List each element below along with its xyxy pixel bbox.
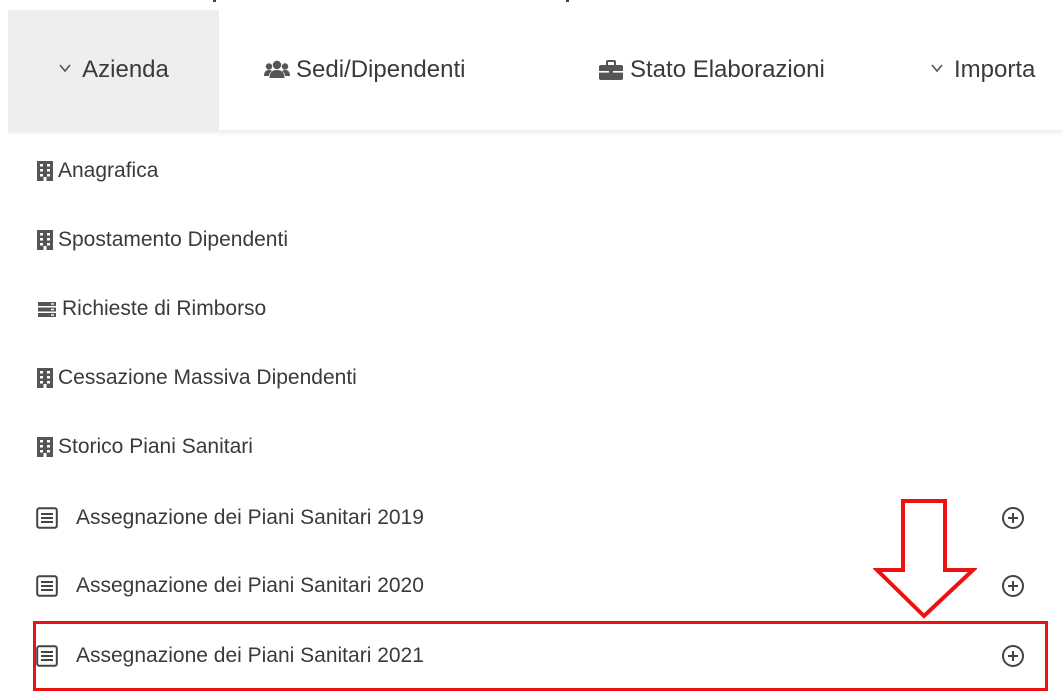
menu-item-richieste-di-rimborso[interactable]: Richieste di Rimborso bbox=[36, 294, 266, 324]
top-navigation: Azienda Sedi/Dipendenti Stato Elaborazio… bbox=[8, 10, 1063, 130]
building-icon bbox=[37, 368, 53, 388]
menu-item-label: Spostamento Dipendenti bbox=[58, 228, 288, 251]
menu-item-label: Assegnazione dei Piani Sanitari 2019 bbox=[76, 506, 424, 529]
nav-divider bbox=[8, 130, 1063, 136]
list-icon bbox=[36, 507, 58, 529]
briefcase-icon bbox=[599, 60, 623, 80]
building-icon bbox=[37, 230, 53, 250]
chevron-down-icon bbox=[59, 64, 71, 73]
users-icon bbox=[264, 60, 290, 78]
tab-sedi-dipendenti[interactable]: Sedi/Dipendenti bbox=[264, 10, 465, 130]
list-icon bbox=[36, 575, 58, 597]
page: Azienda Sedi/Dipendenti Stato Elaborazio… bbox=[0, 0, 1063, 696]
menu-item-label: Storico Piani Sanitari bbox=[58, 435, 253, 458]
tab-stato-elaborazioni[interactable]: Stato Elaborazioni bbox=[598, 10, 825, 130]
cropped-text-fragment-icon bbox=[213, 0, 569, 2]
tab-azienda[interactable]: Azienda bbox=[8, 10, 219, 130]
cropped-header-text bbox=[205, 0, 605, 6]
menu-item-anagrafica[interactable]: Anagrafica bbox=[36, 156, 158, 186]
menu-item-label: Anagrafica bbox=[58, 159, 159, 182]
down-arrow-icon bbox=[873, 499, 977, 619]
plus-circle-icon[interactable] bbox=[1001, 574, 1025, 598]
menu-item-spostamento-dipendenti[interactable]: Spostamento Dipendenti bbox=[36, 225, 288, 255]
chevron-down-icon bbox=[931, 64, 943, 73]
menu-item-label: Assegnazione dei Piani Sanitari 2020 bbox=[76, 574, 424, 597]
menu-item-label: Richieste di Rimborso bbox=[62, 297, 267, 320]
tab-sedi-dipendenti-label: Sedi/Dipendenti bbox=[296, 56, 466, 83]
menu-item-storico-piani-sanitari[interactable]: Storico Piani Sanitari bbox=[36, 432, 253, 462]
plus-circle-icon[interactable] bbox=[1001, 506, 1025, 530]
menu-item-cessazione-massiva-dipendenti[interactable]: Cessazione Massiva Dipendenti bbox=[36, 363, 357, 393]
tab-importa[interactable]: Importa bbox=[930, 10, 1035, 130]
menu-item-assegnazione-2019[interactable]: Assegnazione dei Piani Sanitari 2019 bbox=[36, 503, 424, 533]
server-icon bbox=[38, 302, 56, 317]
building-icon bbox=[37, 161, 53, 181]
tab-azienda-label: Azienda bbox=[82, 56, 169, 83]
highlight-box bbox=[33, 621, 1048, 691]
menu-item-assegnazione-2020[interactable]: Assegnazione dei Piani Sanitari 2020 bbox=[36, 571, 424, 601]
building-icon bbox=[37, 437, 53, 457]
menu-item-label: Cessazione Massiva Dipendenti bbox=[58, 366, 357, 389]
tab-importa-label: Importa bbox=[954, 56, 1036, 83]
tab-stato-elaborazioni-label: Stato Elaborazioni bbox=[630, 56, 825, 83]
